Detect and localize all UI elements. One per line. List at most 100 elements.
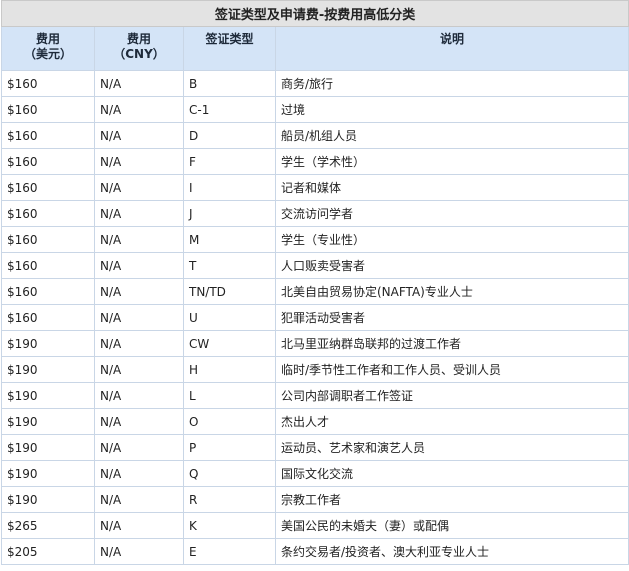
- table-row: $160 N/A J 交流访问学者: [1, 200, 629, 227]
- header-fee-cny-line2: （CNY）: [113, 47, 165, 61]
- header-visa-type: 签证类型: [183, 26, 276, 71]
- cell-description: 北美自由贸易协定(NAFTA)专业人士: [274, 278, 629, 305]
- header-fee-usd-line1: 费用: [35, 32, 60, 46]
- table-row: $205 N/A E 条约交易者/投资者、澳大利亚专业人士: [1, 538, 629, 565]
- header-fee-cny: 费用 （CNY）: [94, 26, 184, 71]
- cell-fee-usd: $205: [1, 538, 95, 565]
- cell-fee-usd: $160: [1, 70, 95, 97]
- cell-description: 国际文化交流: [274, 460, 629, 487]
- cell-description: 人口贩卖受害者: [274, 252, 629, 279]
- cell-description: 宗教工作者: [274, 486, 629, 513]
- cell-fee-usd: $190: [1, 434, 95, 461]
- table-title: 签证类型及申请费-按费用高低分类: [0, 0, 629, 27]
- table-row: $190 N/A Q 国际文化交流: [1, 460, 629, 487]
- cell-fee-cny: N/A: [94, 278, 184, 305]
- cell-description: 犯罪活动受害者: [274, 304, 629, 331]
- cell-visa-type: I: [183, 174, 276, 201]
- table-row: $190 N/A P 运动员、艺术家和演艺人员: [1, 434, 629, 461]
- table-row: $160 N/A I 记者和媒体: [1, 174, 629, 201]
- cell-description: 交流访问学者: [274, 200, 629, 227]
- cell-fee-usd: $190: [1, 382, 95, 409]
- cell-visa-type: Q: [183, 460, 276, 487]
- cell-fee-cny: N/A: [94, 252, 184, 279]
- header-fee-usd: 费用 （美元）: [1, 26, 95, 71]
- cell-fee-usd: $160: [1, 278, 95, 305]
- cell-fee-usd: $190: [1, 460, 95, 487]
- table-row: $160 N/A U 犯罪活动受害者: [1, 304, 629, 331]
- cell-fee-cny: N/A: [94, 356, 184, 383]
- table-row: $160 N/A B 商务/旅行: [1, 70, 629, 97]
- cell-description: 学生（学术性）: [274, 148, 629, 175]
- cell-visa-type: K: [183, 512, 276, 539]
- cell-fee-cny: N/A: [94, 486, 184, 513]
- cell-fee-cny: N/A: [94, 382, 184, 409]
- cell-description: 商务/旅行: [274, 70, 629, 97]
- cell-description: 记者和媒体: [274, 174, 629, 201]
- cell-fee-cny: N/A: [94, 538, 184, 565]
- table-row: $190 N/A CW 北马里亚纳群岛联邦的过渡工作者: [1, 330, 629, 357]
- visa-fee-table-container: 签证类型及申请费-按费用高低分类 费用 （美元） 费用 （CNY） 签证类型 说…: [0, 0, 629, 571]
- table-row: $160 N/A D 船员/机组人员: [1, 122, 629, 149]
- table-header-row: 费用 （美元） 费用 （CNY） 签证类型 说明: [1, 26, 629, 71]
- cell-fee-usd: $160: [1, 174, 95, 201]
- cell-fee-cny: N/A: [94, 122, 184, 149]
- cell-visa-type: P: [183, 434, 276, 461]
- cell-visa-type: U: [183, 304, 276, 331]
- cell-fee-usd: $160: [1, 148, 95, 175]
- cell-fee-cny: N/A: [94, 96, 184, 123]
- table-row: $190 N/A O 杰出人才: [1, 408, 629, 435]
- cell-fee-usd: $190: [1, 356, 95, 383]
- cell-fee-usd: $160: [1, 226, 95, 253]
- table-row: $160 N/A F 学生（学术性）: [1, 148, 629, 175]
- cell-description: 北马里亚纳群岛联邦的过渡工作者: [274, 330, 629, 357]
- cell-visa-type: E: [183, 538, 276, 565]
- cell-visa-type: M: [183, 226, 276, 253]
- cell-fee-usd: $160: [1, 304, 95, 331]
- cell-visa-type: D: [183, 122, 276, 149]
- cell-visa-type: T: [183, 252, 276, 279]
- cell-fee-usd: $160: [1, 122, 95, 149]
- cell-description: 运动员、艺术家和演艺人员: [274, 434, 629, 461]
- cell-fee-cny: N/A: [94, 434, 184, 461]
- cell-visa-type: B: [183, 70, 276, 97]
- table-row: $160 N/A M 学生（专业性）: [1, 226, 629, 253]
- table-row: $160 N/A C-1 过境: [1, 96, 629, 123]
- cell-visa-type: R: [183, 486, 276, 513]
- cell-description: 学生（专业性）: [274, 226, 629, 253]
- table-row: $160 N/A T 人口贩卖受害者: [1, 252, 629, 279]
- cell-fee-usd: $190: [1, 408, 95, 435]
- cell-visa-type: L: [183, 382, 276, 409]
- cell-description: 临时/季节性工作者和工作人员、受训人员: [274, 356, 629, 383]
- cell-fee-usd: $190: [1, 330, 95, 357]
- table-row: $265 N/A K 美国公民的未婚夫（妻）或配偶: [1, 512, 629, 539]
- cell-description: 美国公民的未婚夫（妻）或配偶: [274, 512, 629, 539]
- cell-fee-usd: $160: [1, 252, 95, 279]
- cell-fee-cny: N/A: [94, 174, 184, 201]
- cell-visa-type: F: [183, 148, 276, 175]
- cell-fee-cny: N/A: [94, 304, 184, 331]
- table-row: $190 N/A L 公司内部调职者工作签证: [1, 382, 629, 409]
- table-row: $160 N/A TN/TD 北美自由贸易协定(NAFTA)专业人士: [1, 278, 629, 305]
- cell-fee-cny: N/A: [94, 200, 184, 227]
- cell-description: 公司内部调职者工作签证: [274, 382, 629, 409]
- cell-visa-type: C-1: [183, 96, 276, 123]
- cell-description: 船员/机组人员: [274, 122, 629, 149]
- table-title-row: 签证类型及申请费-按费用高低分类: [0, 0, 629, 27]
- cell-description: 过境: [274, 96, 629, 123]
- visa-fee-table: 签证类型及申请费-按费用高低分类 费用 （美元） 费用 （CNY） 签证类型 说…: [0, 0, 629, 565]
- cell-visa-type: O: [183, 408, 276, 435]
- header-visa-type-label: 签证类型: [205, 32, 254, 46]
- table-row: $190 N/A R 宗教工作者: [1, 486, 629, 513]
- cell-fee-usd: $160: [1, 200, 95, 227]
- cell-fee-cny: N/A: [94, 148, 184, 175]
- cell-fee-cny: N/A: [94, 226, 184, 253]
- cell-fee-usd: $190: [1, 486, 95, 513]
- header-description-label: 说明: [440, 32, 465, 46]
- cell-fee-cny: N/A: [94, 408, 184, 435]
- cell-description: 杰出人才: [274, 408, 629, 435]
- cell-visa-type: H: [183, 356, 276, 383]
- header-fee-cny-line1: 费用: [126, 32, 151, 46]
- cell-description: 条约交易者/投资者、澳大利亚专业人士: [274, 538, 629, 565]
- header-fee-usd-line2: （美元）: [23, 47, 72, 61]
- cell-fee-cny: N/A: [94, 460, 184, 487]
